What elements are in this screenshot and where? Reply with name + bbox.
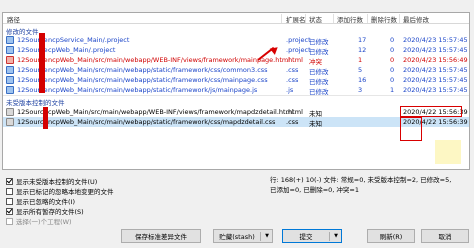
col-extension[interactable]: 扩展名 bbox=[286, 14, 306, 24]
file-extension: .project bbox=[286, 36, 311, 44]
option-checkbox: 选择(一)个工程(W) bbox=[6, 216, 72, 226]
stash-button[interactable]: 贮藏(stash) ▼ bbox=[213, 229, 273, 243]
stash-label: 贮藏(stash) bbox=[219, 233, 255, 241]
file-status-icon bbox=[6, 66, 14, 74]
file-extension: .css bbox=[286, 76, 299, 84]
file-path: ncpWeb_Main/src/main/webapp/static/frame… bbox=[48, 76, 268, 84]
added-lines: 16 bbox=[358, 76, 367, 84]
table-row[interactable]: 12Source ncpService_Main/.project .project… bbox=[3, 35, 469, 46]
last-modified: 2020/4/23 15:57:45 bbox=[403, 66, 468, 74]
option-label: 显示已标记的忽略本地变更的文件 bbox=[16, 188, 114, 196]
last-modified: 2020/4/23 15:56:49 bbox=[403, 56, 468, 64]
file-status-icon bbox=[6, 46, 14, 54]
annotation-highlight-box bbox=[400, 117, 422, 141]
file-extension: .css bbox=[286, 66, 299, 74]
option-label: 选择(一)个工程(W) bbox=[16, 218, 72, 226]
option-label: 显示已忽略的文件(I) bbox=[16, 198, 75, 206]
col-added-lines[interactable]: 添加行数 bbox=[337, 14, 363, 24]
option-checkbox[interactable]: 显示已标记的忽略本地变更的文件 bbox=[6, 186, 114, 196]
save-patch-button[interactable]: 保存标准差异文件 bbox=[121, 229, 201, 243]
commit-button[interactable]: 提交 ▼ bbox=[282, 229, 342, 243]
added-lines: 1 bbox=[358, 56, 363, 64]
file-status-icon bbox=[6, 108, 14, 116]
deleted-lines: 1 bbox=[390, 86, 395, 94]
col-path[interactable]: 路径 bbox=[7, 14, 20, 24]
annotation-highlight-box bbox=[400, 106, 462, 117]
file-status-icon bbox=[6, 86, 14, 94]
file-path: ncpWeb_Main/src/main/webapp/static/frame… bbox=[48, 118, 276, 126]
file-status-icon bbox=[6, 36, 14, 44]
refresh-label: 刷新(R) bbox=[379, 233, 403, 241]
checkbox-box[interactable] bbox=[6, 187, 13, 195]
table-row[interactable]: 12Source ncpWeb_Main/src/main/webapp/WEB-… bbox=[3, 55, 469, 66]
list-header: 路径 扩展名 状态 添加行数 删除行数 最后修改 bbox=[3, 13, 469, 24]
chevron-down-icon[interactable]: ▼ bbox=[265, 233, 269, 239]
file-path: ncpWeb_Main/src/main/webapp/WEB-INF/view… bbox=[48, 56, 291, 64]
file-path: cpWeb_Main/.project bbox=[48, 46, 116, 54]
file-path: ncpWeb_Main/src/main/webapp/static/frame… bbox=[48, 66, 268, 74]
table-row[interactable]: 12Source ncpWeb_Main/src/main/webapp/stat… bbox=[3, 85, 469, 96]
deleted-lines: 0 bbox=[390, 66, 395, 74]
last-modified: 2020/4/23 15:57:45 bbox=[403, 86, 468, 94]
checkbox-box bbox=[6, 217, 13, 225]
added-lines: 5 bbox=[358, 66, 363, 74]
deleted-lines: 0 bbox=[390, 56, 395, 64]
refresh-button[interactable]: 刷新(R) bbox=[367, 229, 415, 243]
file-status-icon bbox=[6, 76, 14, 84]
status-summary-line2: 已添加=0, 已删除=0, 冲突=1 bbox=[270, 186, 360, 194]
file-status: 未知 bbox=[309, 120, 322, 128]
deleted-lines: 0 bbox=[390, 36, 395, 44]
file-path: ncpService_Main/.project bbox=[48, 36, 130, 44]
checkbox-box[interactable] bbox=[6, 177, 13, 185]
checkbox-box[interactable] bbox=[6, 197, 13, 205]
col-status[interactable]: 状态 bbox=[309, 14, 322, 24]
file-extension: .project bbox=[286, 46, 311, 54]
file-status-icon bbox=[6, 118, 14, 126]
cancel-button[interactable]: 取消 bbox=[421, 229, 469, 243]
commit-label: 提交 bbox=[299, 233, 313, 241]
file-extension: .html bbox=[286, 108, 303, 116]
file-path: cpWeb_Main/src/main/webapp/WEB-INF/views… bbox=[48, 108, 294, 116]
option-checkbox[interactable]: 显示未受版本控制的文件(U) bbox=[6, 176, 97, 186]
sticky-note bbox=[435, 140, 461, 164]
added-lines: 17 bbox=[358, 36, 367, 44]
option-label: 显示未受版本控制的文件(U) bbox=[16, 178, 98, 186]
col-deleted-lines[interactable]: 删除行数 bbox=[371, 14, 397, 24]
file-path: ncpWeb_Main/src/main/webapp/static/frame… bbox=[48, 86, 258, 94]
split-separator bbox=[329, 232, 330, 241]
option-checkbox[interactable]: 显示已忽略的文件(I) bbox=[6, 196, 75, 206]
save-patch-label: 保存标准差异文件 bbox=[135, 233, 187, 241]
option-checkbox[interactable]: 显示所有暂存的文件(S) bbox=[6, 206, 84, 216]
checkbox-box[interactable] bbox=[6, 207, 13, 215]
last-modified: 2020/4/23 15:57:45 bbox=[403, 36, 468, 44]
option-label: 显示所有暂存的文件(S) bbox=[16, 208, 84, 216]
split-separator bbox=[260, 232, 261, 241]
changed-files-list[interactable]: 路径 扩展名 状态 添加行数 删除行数 最后修改 修改的文件 12Source n… bbox=[2, 12, 470, 170]
last-modified: 2020/4/23 15:57:45 bbox=[403, 46, 468, 54]
file-extension: .html bbox=[286, 56, 303, 64]
col-last-modified[interactable]: 最后修改 bbox=[403, 14, 429, 24]
redaction-mark bbox=[43, 107, 48, 129]
group-divider bbox=[3, 95, 469, 96]
table-row[interactable]: 12Source cpWeb_Main/.project .project 已修改 12… bbox=[3, 45, 469, 56]
table-row[interactable]: 12Source ncpWeb_Main/src/main/webapp/stat… bbox=[3, 75, 469, 86]
added-lines: 3 bbox=[358, 86, 363, 94]
added-lines: 12 bbox=[358, 46, 367, 54]
group-header-unversioned[interactable]: 未受版本控制的文件 bbox=[6, 97, 65, 107]
table-row[interactable]: 12Source ncpWeb_Main/src/main/webapp/stat… bbox=[3, 65, 469, 76]
redaction-mark bbox=[39, 33, 45, 93]
deleted-lines: 0 bbox=[390, 46, 395, 54]
status-summary-line1: 行: 168(+) 10(-) 文件: 常规=0, 未受版本控制=2, 已修改=… bbox=[270, 176, 452, 184]
deleted-lines: 0 bbox=[390, 76, 395, 84]
file-extension: .css bbox=[286, 118, 299, 126]
file-extension: .js bbox=[286, 86, 294, 94]
chevron-down-icon[interactable]: ▼ bbox=[334, 233, 338, 239]
cancel-label: 取消 bbox=[438, 233, 452, 241]
last-modified: 2020/4/23 15:57:45 bbox=[403, 76, 468, 84]
file-status-icon bbox=[6, 56, 14, 64]
